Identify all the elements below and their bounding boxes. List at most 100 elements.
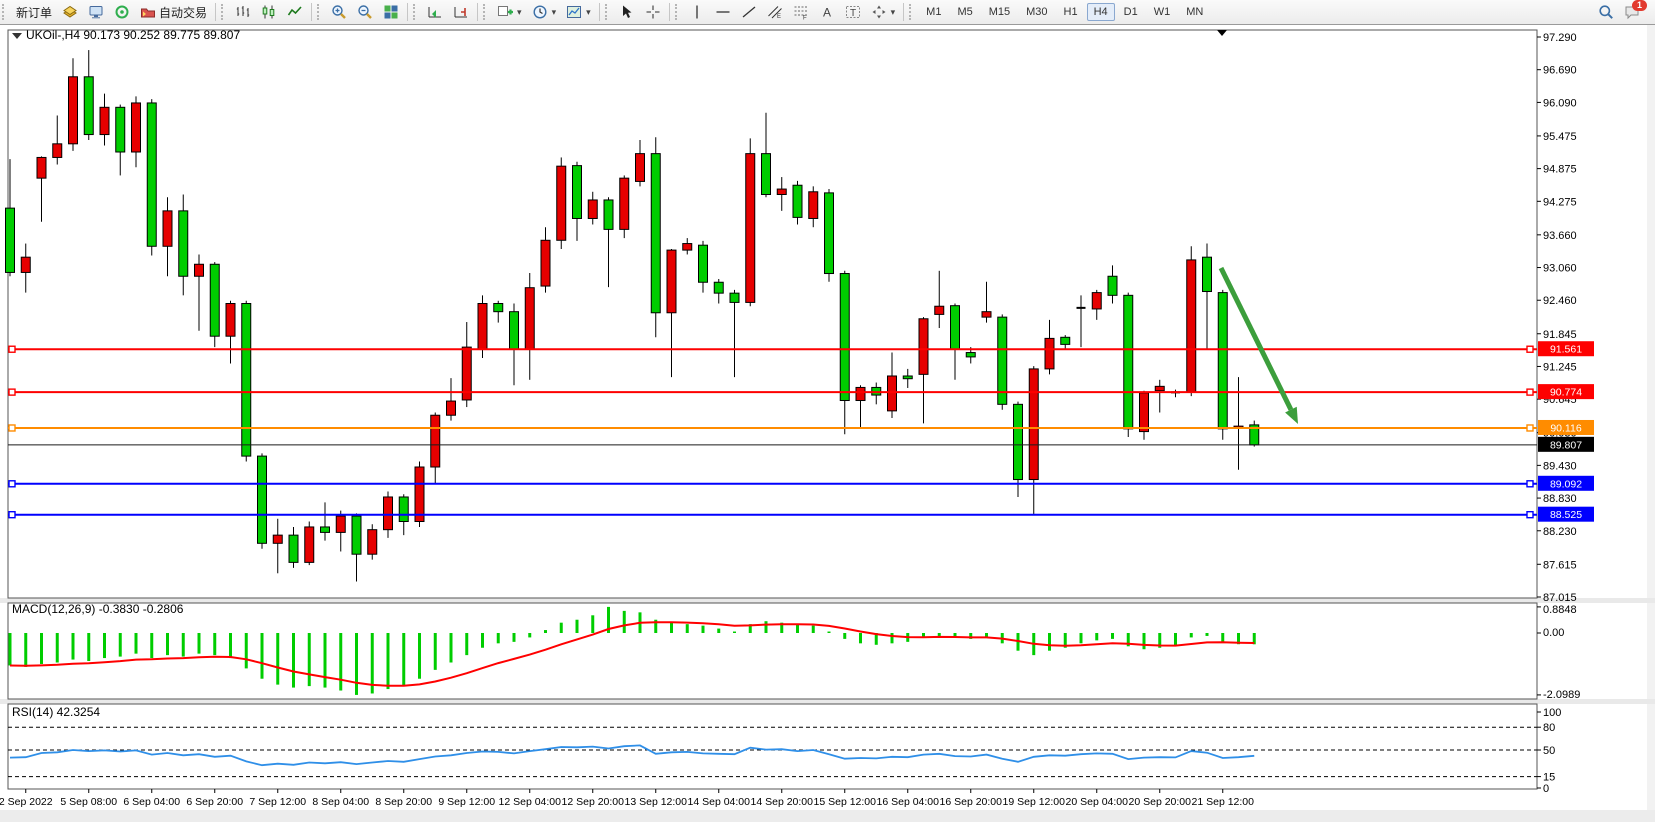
tf-h4[interactable]: H4: [1087, 3, 1115, 21]
resistance-line-1-handle[interactable]: [9, 346, 15, 352]
trendline-icon[interactable]: [736, 0, 762, 24]
svg-text:T: T: [850, 8, 856, 19]
toolbar-grip: [675, 4, 682, 20]
price-axis-label: 93.660: [1543, 230, 1577, 242]
template-icon: [566, 4, 582, 20]
bear-candle: [1124, 295, 1133, 429]
search-icon[interactable]: [1593, 0, 1619, 24]
toolbar-separator: [599, 3, 600, 21]
tf-h1[interactable]: H1: [1057, 3, 1085, 21]
bull-candle: [809, 192, 818, 219]
periods-dropdown[interactable]: ▾: [527, 0, 562, 24]
resistance-line-1-handle[interactable]: [1527, 346, 1533, 352]
toolbar-button-label: M30: [1026, 6, 1047, 18]
bear-candle: [1061, 337, 1070, 344]
rsi-axis-label: 100: [1543, 707, 1561, 719]
toolbar-separator: [407, 3, 408, 21]
bull-candle: [273, 535, 282, 543]
time-axis-label: 12 Sep 20:00: [562, 796, 625, 808]
tile-windows-icon[interactable]: [378, 0, 404, 24]
chart-canvas: 97.29096.69096.09095.47594.87594.27593.6…: [0, 0, 1655, 822]
auto-scroll-icon: [427, 4, 443, 20]
bull-candle: [478, 304, 487, 350]
horizontal-line-icon[interactable]: [710, 0, 736, 24]
tf-w1[interactable]: W1: [1147, 3, 1178, 21]
label-icon[interactable]: T: [840, 0, 866, 24]
line-chart-icon[interactable]: [282, 0, 308, 24]
resistance-line-2-handle[interactable]: [1527, 389, 1533, 395]
tf-mn[interactable]: MN: [1179, 3, 1210, 21]
toolbar-grip: [483, 4, 490, 20]
notification-badge: 1: [1632, 0, 1647, 11]
rsi-axis-label: 50: [1543, 745, 1555, 757]
bar-chart-icon[interactable]: [230, 0, 256, 24]
chart-pane[interactable]: [8, 30, 1537, 598]
svg-text:A: A: [823, 6, 831, 20]
time-axis-label: 2 Sep 2022: [0, 796, 53, 808]
text-icon[interactable]: A: [814, 0, 840, 24]
price-axis-label: 94.875: [1543, 164, 1577, 176]
shapes-dropdown[interactable]: ▾: [866, 0, 901, 24]
bull-candle: [226, 304, 235, 337]
vertical-line-icon[interactable]: [684, 0, 710, 24]
support-line-1-handle[interactable]: [1527, 481, 1533, 487]
bear-candle: [242, 304, 251, 457]
chart-shift-icon[interactable]: [448, 0, 474, 24]
toolbar: 新订单 自动交易 ▾ ▾ ▾ E F A T ▾ M1M5M15 M30 H1H4D1W1MN 1: [0, 0, 1655, 25]
zoom-out-icon[interactable]: [352, 0, 378, 24]
zoom-in-icon[interactable]: [326, 0, 352, 24]
bull-candle: [683, 244, 692, 251]
autotrade-icon: [140, 4, 156, 20]
cursor-icon[interactable]: [614, 0, 640, 24]
toolbar-button-label: 新订单: [16, 4, 52, 21]
fibonacci-icon[interactable]: F: [788, 0, 814, 24]
chat-icon[interactable]: 1: [1619, 0, 1655, 24]
signals-icon: [114, 4, 130, 20]
bull-candle: [384, 497, 393, 530]
crosshair-icon[interactable]: [640, 0, 666, 24]
chart-pane[interactable]: [8, 603, 1537, 699]
bear-candle: [730, 293, 739, 302]
cursor-icon: [619, 4, 635, 20]
support-line-1-handle[interactable]: [9, 481, 15, 487]
right-scroll-strip[interactable]: [1647, 24, 1655, 810]
macd-indicator-label: MACD(12,26,9) -0.3830 -0.2806: [12, 602, 184, 616]
auto-scroll-icon[interactable]: [422, 0, 448, 24]
new-order-button[interactable]: 新订单: [11, 0, 57, 24]
candlestick-chart-icon[interactable]: [256, 0, 282, 24]
resistance-line-2-handle[interactable]: [9, 389, 15, 395]
pivot-line-handle[interactable]: [1527, 425, 1533, 431]
tf-d1[interactable]: D1: [1117, 3, 1145, 21]
tf-m30[interactable]: M30: [1019, 3, 1054, 21]
market-watch-icon[interactable]: [57, 0, 83, 24]
templates-dropdown[interactable]: ▾: [561, 0, 596, 24]
tf-m15[interactable]: M15: [982, 3, 1017, 21]
bear-candle: [289, 535, 298, 562]
bear-candle: [951, 306, 960, 350]
price-axis-label: 95.475: [1543, 131, 1577, 143]
new-chart-dropdown[interactable]: ▾: [492, 0, 527, 24]
pivot-line-handle[interactable]: [9, 425, 15, 431]
time-axis-label: 21 Sep 12:00: [1192, 796, 1255, 808]
toolbar-separator: [215, 3, 216, 21]
autotrading-button[interactable]: 自动交易: [135, 0, 212, 24]
channel-icon[interactable]: E: [762, 0, 788, 24]
terminal-icon[interactable]: [83, 0, 109, 24]
tf-m1[interactable]: M1: [919, 3, 948, 21]
bear-candle: [510, 312, 519, 350]
time-axis-label: 14 Sep 04:00: [688, 796, 751, 808]
bear-candle: [903, 376, 912, 379]
bull-candle: [69, 77, 78, 144]
bull-candle: [336, 516, 345, 532]
line-chart-icon: [287, 4, 303, 20]
chevron-down-icon: ▾: [552, 7, 557, 18]
rsi-axis-label: 0: [1543, 783, 1549, 795]
support-line-2-handle[interactable]: [1527, 512, 1533, 518]
svg-text:F: F: [803, 16, 807, 21]
tf-m5[interactable]: M5: [950, 3, 979, 21]
toolbar-separator: [669, 3, 670, 21]
support-line-2-handle[interactable]: [9, 512, 15, 518]
signals-icon[interactable]: [109, 0, 135, 24]
toolbar-grip: [413, 4, 420, 20]
toolbar-separator: [903, 3, 904, 21]
